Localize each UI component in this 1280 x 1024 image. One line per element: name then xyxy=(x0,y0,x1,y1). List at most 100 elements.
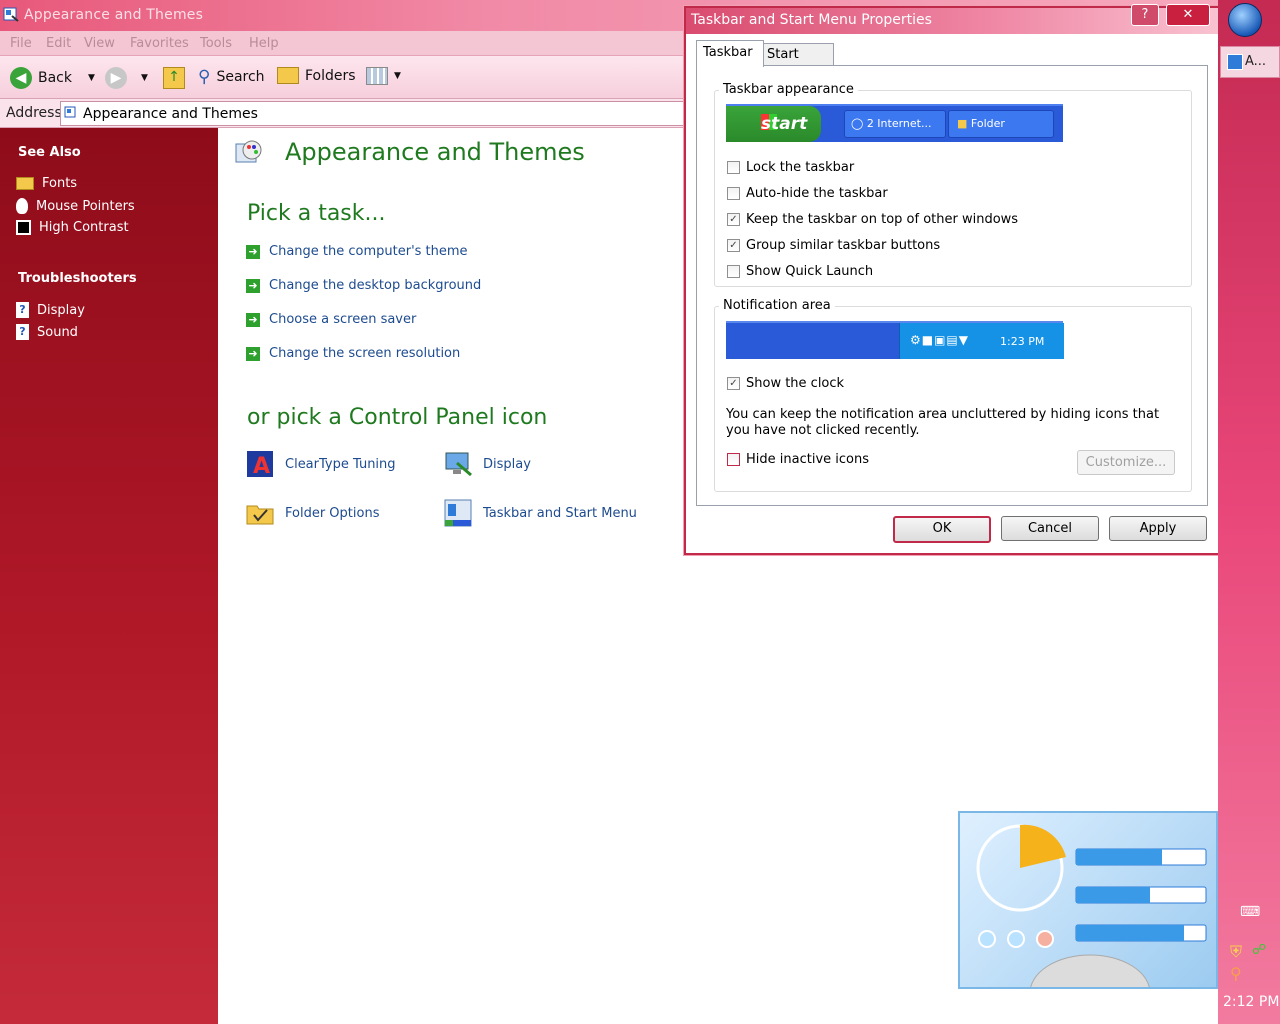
show-clock-checkbox[interactable]: ✓ xyxy=(727,377,740,390)
task-change-theme[interactable]: ➜ Change the computer's theme xyxy=(246,244,468,259)
task-screen-saver[interactable]: ➜ Choose a screen saver xyxy=(246,312,416,327)
window-title: Appearance and Themes xyxy=(24,7,204,23)
up-folder-button[interactable]: ↑ xyxy=(163,67,185,89)
help-button[interactable]: ? xyxy=(1131,4,1159,26)
option-label: Keep the taskbar on top of other windows xyxy=(746,212,1019,227)
taskbar-button-appearance[interactable]: A... xyxy=(1220,46,1280,78)
task-label: Choose a screen saver xyxy=(269,312,417,327)
preview-task-internet: ◯ 2 Internet... xyxy=(844,110,946,138)
forward-dropdown-icon[interactable]: ▼ xyxy=(141,73,148,83)
folders-label: Folders xyxy=(305,67,356,84)
vertical-taskbar: A... ⌨ ⛨ ☍ ⚲ xyxy=(1218,0,1280,1024)
menu-tools[interactable]: Tools xyxy=(200,36,232,51)
pick-task-heading: Pick a task... xyxy=(247,201,386,226)
quick-launch-checkbox[interactable] xyxy=(727,265,740,278)
task-screen-resolution[interactable]: ➜ Change the screen resolution xyxy=(246,346,460,361)
sidebar-item-sound[interactable]: ? Sound xyxy=(16,324,78,340)
hide-inactive-option[interactable]: Hide inactive icons xyxy=(727,452,869,467)
taskbar-button-label: A... xyxy=(1245,54,1267,69)
folder-options-item[interactable]: Folder Options xyxy=(245,498,379,528)
cancel-button[interactable]: Cancel xyxy=(1001,516,1099,541)
cleartype-icon: A xyxy=(247,451,273,479)
sidebar-item-fonts[interactable]: Fonts xyxy=(16,176,77,191)
security-shield-icon[interactable]: ⛨ xyxy=(1230,942,1242,962)
network-icon[interactable]: ☍ xyxy=(1252,942,1266,958)
lock-taskbar-option[interactable]: Lock the taskbar xyxy=(727,160,854,175)
gadget-graphic xyxy=(976,824,1207,1024)
start-orb-icon[interactable] xyxy=(1228,3,1262,37)
keyboard-icon[interactable]: ⌨ xyxy=(1240,904,1260,920)
option-label: Show Quick Launch xyxy=(746,264,874,279)
auto-hide-checkbox[interactable] xyxy=(727,187,740,200)
address-value: Appearance and Themes xyxy=(83,106,258,122)
group-buttons-option[interactable]: ✓ Group similar taskbar buttons xyxy=(727,238,940,253)
control-panel-icon xyxy=(1227,54,1243,70)
notification-area-label: Notification area xyxy=(719,298,835,313)
menu-help[interactable]: Help xyxy=(249,36,279,51)
tab-start-menu[interactable]: Start Menu xyxy=(760,43,834,84)
display-item[interactable]: Display xyxy=(443,449,531,479)
cleartype-tuning-item[interactable]: A ClearType Tuning xyxy=(245,449,396,479)
control-panel-icon xyxy=(64,106,76,118)
back-dropdown-icon[interactable]: ▼ xyxy=(88,73,95,83)
folders-icon xyxy=(277,67,299,84)
arrow-right-icon: ➜ xyxy=(246,346,260,361)
keep-on-top-checkbox[interactable]: ✓ xyxy=(727,213,740,226)
dialog-titlebar[interactable]: Taskbar and Start Menu Properties ? ✕ xyxy=(686,4,1218,34)
tray-preview: ⚙■▣▤▼ 1:23 PM xyxy=(899,323,1064,359)
folders-button[interactable]: Folders xyxy=(277,67,356,84)
lock-taskbar-checkbox[interactable] xyxy=(727,161,740,174)
address-field[interactable]: Appearance and Themes xyxy=(60,101,702,126)
menu-view[interactable]: View xyxy=(84,36,115,51)
quick-launch-option[interactable]: Show Quick Launch xyxy=(727,264,873,279)
menu-favorites[interactable]: Favorites xyxy=(130,36,189,51)
high-contrast-icon xyxy=(16,220,31,235)
sidebar-item-label: Display xyxy=(37,302,85,318)
ok-button[interactable]: OK xyxy=(893,516,991,543)
arrow-right-icon: ➜ xyxy=(246,312,260,327)
taskbar-start-menu-item[interactable]: Taskbar and Start Menu xyxy=(443,498,637,528)
sidebar-item-display[interactable]: ? Display xyxy=(16,302,85,318)
help-icon: ? xyxy=(16,324,29,340)
sidebar-item-mouse-pointers[interactable]: Mouse Pointers xyxy=(16,198,135,214)
task-change-background[interactable]: ➜ Change the desktop background xyxy=(246,278,481,293)
cpu-meter-gadget[interactable] xyxy=(958,811,1218,1024)
option-label: Show the clock xyxy=(746,376,845,391)
forward-button[interactable]: ▶ ▼ xyxy=(105,67,148,89)
pick-icon-heading: or pick a Control Panel icon xyxy=(247,405,548,430)
option-label: Lock the taskbar xyxy=(746,160,855,175)
page-title: Appearance and Themes xyxy=(285,138,585,166)
taskbar-icon xyxy=(444,499,472,527)
hide-inactive-checkbox[interactable] xyxy=(727,453,740,466)
up-folder-icon: ↑ xyxy=(163,67,185,89)
search-tray-icon[interactable]: ⚲ xyxy=(1230,964,1242,983)
system-clock[interactable]: 2:12 PM xyxy=(1223,994,1279,1010)
back-label: Back xyxy=(38,70,72,86)
start-label: start xyxy=(761,114,808,134)
ie-icon: ◯ xyxy=(851,117,864,130)
preview-task-folder: ■ Folder xyxy=(948,110,1054,138)
sidebar-item-label: Mouse Pointers xyxy=(36,198,135,214)
fonts-folder-icon xyxy=(16,177,34,190)
group-buttons-checkbox[interactable]: ✓ xyxy=(727,239,740,252)
keep-on-top-option[interactable]: ✓ Keep the taskbar on top of other windo… xyxy=(727,212,1018,227)
notification-note: You can keep the notification area unclu… xyxy=(726,407,1160,438)
menu-edit[interactable]: Edit xyxy=(46,36,71,51)
back-button[interactable]: ◀ Back ▼ xyxy=(10,67,95,89)
sidebar-item-high-contrast[interactable]: High Contrast xyxy=(16,220,129,235)
auto-hide-option[interactable]: Auto-hide the taskbar xyxy=(727,186,888,201)
tray-icons: ⚙■▣▤▼ xyxy=(910,333,969,347)
apply-button[interactable]: Apply xyxy=(1109,516,1207,541)
close-button[interactable]: ✕ xyxy=(1166,4,1210,26)
customize-button[interactable]: Customize... xyxy=(1077,450,1175,475)
item-label: Folder Options xyxy=(285,505,380,521)
sidebar-item-label: Sound xyxy=(37,324,78,340)
taskbar-properties-dialog: Taskbar and Start Menu Properties ? ✕ Ta… xyxy=(684,4,1220,555)
views-button[interactable]: ▼ xyxy=(366,67,401,85)
tab-taskbar[interactable]: Taskbar xyxy=(696,40,764,67)
show-clock-option[interactable]: ✓ Show the clock xyxy=(727,376,844,391)
search-button[interactable]: ⚲ Search xyxy=(198,67,265,87)
address-label: Address xyxy=(6,105,62,121)
menu-file[interactable]: File xyxy=(10,36,32,51)
preview-task-label: 2 Internet... xyxy=(866,117,932,130)
